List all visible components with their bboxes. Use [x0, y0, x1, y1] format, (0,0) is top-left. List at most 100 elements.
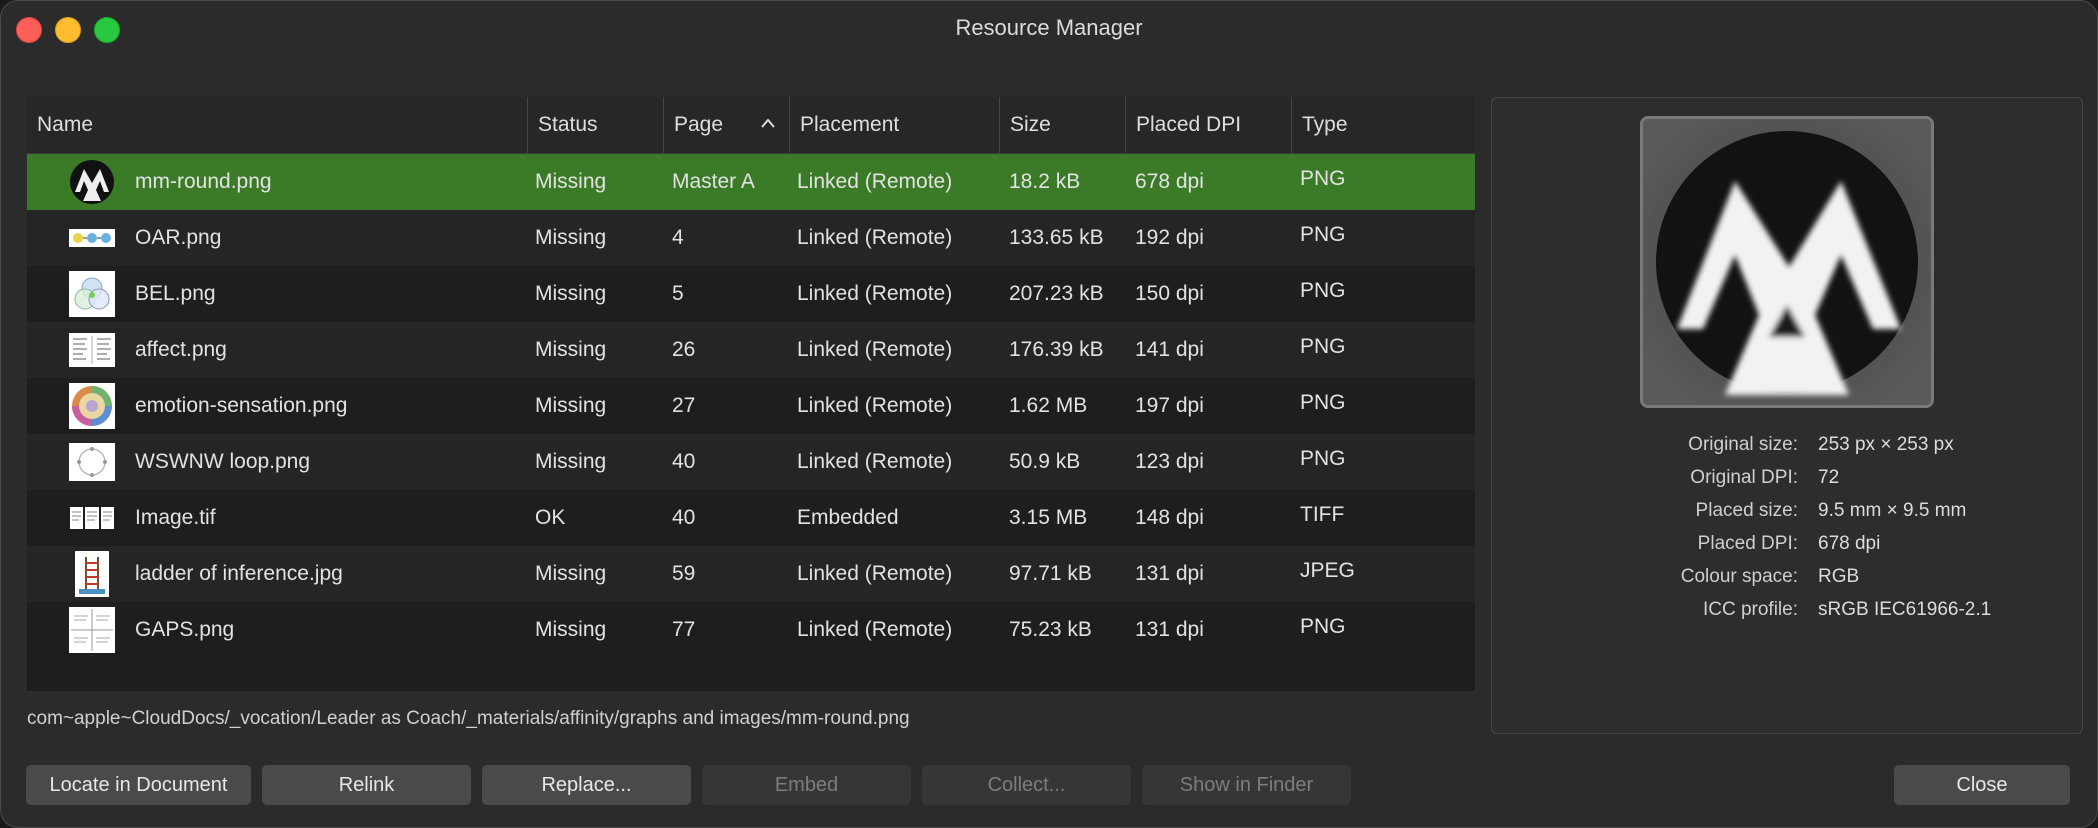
ladder-icon	[69, 551, 115, 597]
info-value: 72	[1818, 467, 1840, 488]
cell-size: 176.39 kB	[1009, 338, 1104, 361]
text-grid-icon	[69, 327, 115, 373]
cell-placed-dpi: 123 dpi	[1135, 450, 1204, 473]
cell-name: mm-round.png	[135, 170, 272, 193]
cell-page: 40	[672, 450, 696, 473]
info-label: Original DPI:	[1690, 467, 1798, 488]
window-title: Resource Manager	[955, 15, 1143, 40]
cell-status: Missing	[535, 338, 607, 361]
table-row[interactable]: ladder of inference.jpg Missing 59 Linked (…	[27, 546, 1475, 602]
cell-page: 4	[672, 226, 684, 249]
cell-size: 133.65 kB	[1009, 226, 1104, 249]
replace-button[interactable]: Replace...	[482, 765, 691, 805]
mm-logo-icon	[1643, 119, 1931, 405]
cell-type: JPEG	[1300, 559, 1355, 582]
cell-name: OAR.png	[135, 226, 222, 249]
relink-button[interactable]: Relink	[262, 765, 471, 805]
embed-button[interactable]: Embed	[702, 765, 911, 805]
cell-size: 207.23 kB	[1009, 282, 1104, 305]
show-in-finder-button[interactable]: Show in Finder	[1142, 765, 1351, 805]
column-header-size[interactable]: Size	[999, 97, 1125, 153]
file-path: com~apple~CloudDocs/_vocation/Leader as …	[27, 708, 910, 729]
quadrant-grid-icon	[69, 607, 115, 653]
info-label: Placed DPI:	[1697, 533, 1798, 554]
info-value: RGB	[1818, 566, 1860, 587]
cell-type: PNG	[1300, 335, 1346, 358]
cell-page: 27	[672, 394, 696, 417]
cell-page: 5	[672, 282, 684, 305]
mm-logo-icon	[69, 159, 115, 205]
table-row[interactable]: GAPS.png Missing 77 Linked (Remote) 75.23 kB…	[27, 602, 1475, 658]
table-row[interactable]: Image.tif OK 40 Embedded 3.15 MB 148 dpi TIFF	[27, 490, 1475, 546]
image-preview	[1640, 116, 1934, 408]
column-header-page[interactable]: Page	[663, 97, 789, 153]
column-header-type[interactable]: Type	[1291, 97, 1475, 153]
cell-placement: Linked (Remote)	[797, 170, 953, 193]
cell-placement: Linked (Remote)	[797, 226, 953, 249]
resource-manager-window: Resource Manager Name Status Page Placem…	[0, 0, 2098, 828]
cell-type: PNG	[1300, 223, 1346, 246]
cell-placement: Linked (Remote)	[797, 562, 953, 585]
column-header-placed-dpi[interactable]: Placed DPI	[1125, 97, 1291, 153]
cell-placement: Linked (Remote)	[797, 394, 953, 417]
table-row[interactable]: OAR.png Missing 4 Linked (Remote) 133.65 kB 1…	[27, 210, 1475, 266]
cell-status: Missing	[535, 394, 607, 417]
cell-page: 40	[672, 506, 696, 529]
table-row[interactable]: mm-round.png Missing Master A Linked (Remot…	[27, 154, 1475, 210]
info-value: 9.5 mm × 9.5 mm	[1818, 500, 1967, 521]
cell-status: Missing	[535, 450, 607, 473]
column-header-page-label: Page	[674, 113, 724, 136]
column-header-status[interactable]: Status	[527, 97, 663, 153]
cell-placed-dpi: 197 dpi	[1135, 394, 1204, 417]
info-value: sRGB IEC61966-2.1	[1818, 599, 1992, 620]
cell-placed-dpi: 131 dpi	[1135, 618, 1204, 641]
table-row[interactable]: affect.png Missing 26 Linked (Remote) 176.39…	[27, 322, 1475, 378]
cell-placement: Linked (Remote)	[797, 338, 953, 361]
table-row[interactable]: emotion-sensation.png Missing 27 Linked (Re…	[27, 378, 1475, 434]
cell-type: PNG	[1300, 447, 1346, 470]
cell-placement: Linked (Remote)	[797, 618, 953, 641]
locate-in-document-button[interactable]: Locate in Document	[26, 765, 251, 805]
cell-placed-dpi: 141 dpi	[1135, 338, 1204, 361]
cell-type: PNG	[1300, 279, 1346, 302]
sort-ascending-icon	[761, 118, 775, 128]
info-value: 253 px × 253 px	[1818, 434, 1954, 455]
cell-name: ladder of inference.jpg	[135, 562, 343, 585]
cell-size: 97.71 kB	[1009, 562, 1092, 585]
column-header-placement[interactable]: Placement	[789, 97, 999, 153]
cell-name: GAPS.png	[135, 618, 235, 641]
info-label: Original size:	[1688, 434, 1798, 455]
table-header: Name Status Page Placement Size Placed D…	[27, 97, 1475, 154]
cell-placement: Linked (Remote)	[797, 450, 953, 473]
cell-type: PNG	[1300, 391, 1346, 414]
cell-name: BEL.png	[135, 282, 216, 305]
info-label: ICC profile:	[1702, 599, 1798, 620]
cell-name: WSWNW loop.png	[135, 450, 311, 473]
cell-size: 18.2 kB	[1009, 170, 1081, 193]
cell-status: Missing	[535, 170, 607, 193]
cell-page: 26	[672, 338, 696, 361]
cell-name: Image.tif	[135, 506, 216, 529]
collect-button[interactable]: Collect...	[922, 765, 1131, 805]
cell-placed-dpi: 150 dpi	[1135, 282, 1204, 305]
info-value: 678 dpi	[1818, 533, 1881, 554]
cell-status: Missing	[535, 226, 607, 249]
diagram-circles-icon	[69, 215, 115, 261]
table-row[interactable]: BEL.png Missing 5 Linked (Remote) 207.23 kB 1…	[27, 266, 1475, 322]
cell-type: TIFF	[1300, 503, 1345, 526]
loop-diagram-icon	[69, 439, 115, 485]
cell-size: 1.62 MB	[1009, 394, 1088, 417]
cell-size: 50.9 kB	[1009, 450, 1081, 473]
table-row[interactable]: WSWNW loop.png Missing 40 Linked (Remote) 50…	[27, 434, 1475, 490]
column-header-name[interactable]: Name	[27, 97, 527, 153]
cell-placement: Linked (Remote)	[797, 282, 953, 305]
cell-placed-dpi: 131 dpi	[1135, 562, 1204, 585]
cell-name: emotion-sensation.png	[135, 394, 348, 417]
close-button[interactable]: Close	[1894, 765, 2070, 805]
cell-status: OK	[535, 506, 566, 529]
cell-type: PNG	[1300, 615, 1346, 638]
cell-placed-dpi: 148 dpi	[1135, 506, 1204, 529]
color-wheel-icon	[69, 383, 115, 429]
resource-table: Name Status Page Placement Size Placed D…	[27, 97, 1475, 691]
cell-status: Missing	[535, 562, 607, 585]
